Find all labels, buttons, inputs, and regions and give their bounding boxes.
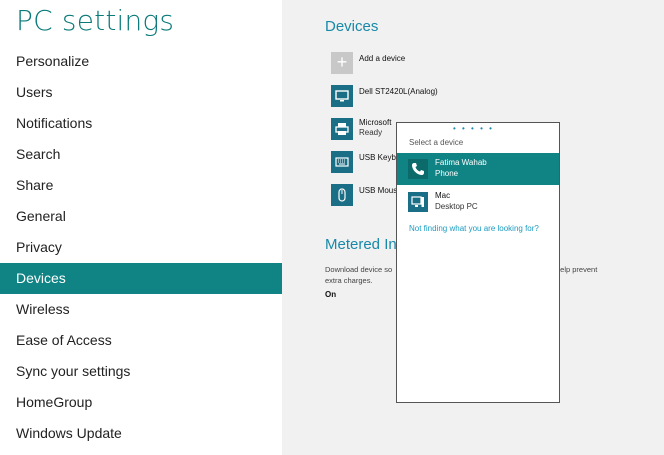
sidebar-item-users[interactable]: Users xyxy=(0,77,282,108)
sidebar-item-search[interactable]: Search xyxy=(0,139,282,170)
device-item[interactable]: Dell ST2420L(Analog) xyxy=(331,85,471,109)
metered-toggle-value[interactable]: On xyxy=(325,290,336,299)
keyboard-icon xyxy=(331,151,353,173)
device-name: Microsoft xyxy=(359,118,392,127)
monitor-icon xyxy=(331,85,353,107)
page-title: PC settings xyxy=(16,4,175,37)
phone-icon xyxy=(408,159,428,179)
sidebar-item-general[interactable]: General xyxy=(0,201,282,232)
sidebar-nav: Personalize Users Notifications Search S… xyxy=(0,46,282,449)
devices-title: Devices xyxy=(325,18,379,35)
mouse-icon xyxy=(331,184,353,206)
sidebar-item-wireless[interactable]: Wireless xyxy=(0,294,282,325)
device-item[interactable]: Microsoft Ready xyxy=(331,118,401,142)
device-status: Ready xyxy=(359,128,383,137)
sidebar-item-share[interactable]: Share xyxy=(0,170,282,201)
sidebar-item-devices[interactable]: Devices xyxy=(0,263,282,294)
popup-device-item[interactable]: Fatima Wahab Phone xyxy=(397,153,559,185)
sidebar-item-homegroup[interactable]: HomeGroup xyxy=(0,387,282,418)
add-icon: + xyxy=(331,52,353,74)
metered-desc-right: help prevent xyxy=(556,265,598,274)
desktop-pc-icon xyxy=(408,192,428,212)
add-device-button[interactable]: + Add a device xyxy=(331,52,451,76)
not-finding-link[interactable]: Not finding what you are looking for? xyxy=(409,224,539,233)
device-name: Dell ST2420L(Analog) xyxy=(359,87,438,96)
sidebar-item-personalize[interactable]: Personalize xyxy=(0,46,282,77)
popup-header: Select a device xyxy=(409,138,464,147)
popup-device-type: Phone xyxy=(435,169,459,178)
sidebar-item-privacy[interactable]: Privacy xyxy=(0,232,282,263)
device-item[interactable]: USB Mous xyxy=(331,184,401,208)
loading-dots: • • • • • xyxy=(453,124,494,133)
popup-device-type: Desktop PC xyxy=(435,202,478,211)
sidebar-item-sync-your-settings[interactable]: Sync your settings xyxy=(0,356,282,387)
metered-desc-left: Download device so xyxy=(325,265,393,274)
sidebar-item-ease-of-access[interactable]: Ease of Access xyxy=(0,325,282,356)
metered-title: Metered Int xyxy=(325,236,401,253)
sidebar-item-windows-update[interactable]: Windows Update xyxy=(0,418,282,449)
sidebar: PC settings Personalize Users Notificati… xyxy=(0,0,282,455)
add-device-label: Add a device xyxy=(359,54,406,63)
device-name: USB Keybo xyxy=(359,153,401,162)
sidebar-item-notifications[interactable]: Notifications xyxy=(0,108,282,139)
popup-device-item[interactable]: Mac Desktop PC xyxy=(397,186,559,218)
popup-device-name: Fatima Wahab xyxy=(435,158,487,167)
device-name: USB Mous xyxy=(359,186,398,195)
select-device-popup: • • • • • Select a device Fatima Wahab P… xyxy=(396,122,560,403)
printer-icon xyxy=(331,118,353,140)
popup-device-name: Mac xyxy=(435,191,451,200)
metered-desc-line2: extra charges. xyxy=(325,276,373,285)
device-item[interactable]: USB Keybo xyxy=(331,151,401,175)
